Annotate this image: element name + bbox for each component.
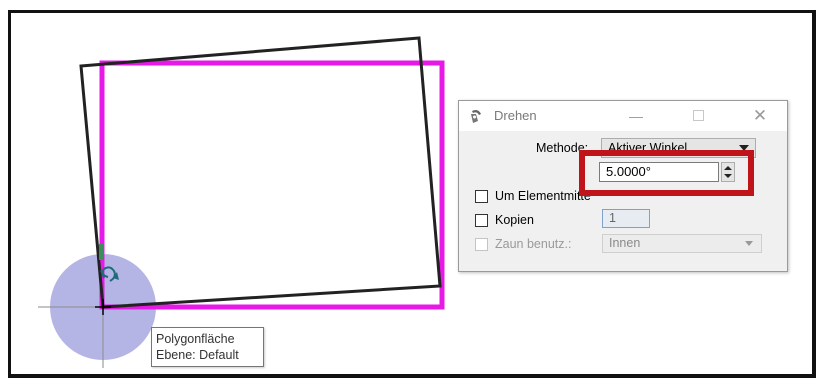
zaun-label: Zaun benutz.: [495,237,572,251]
kopien-label[interactable]: Kopien [495,213,534,227]
dialog-titlebar[interactable]: Drehen — ✕ [459,101,787,131]
um-elementmitte-checkbox[interactable] [475,190,488,203]
um-elementmitte-label[interactable]: Um Elementmitte [495,189,591,203]
tooltip-level: Ebene: Default [156,348,239,362]
close-button[interactable]: ✕ [745,105,775,127]
zaun-select[interactable]: Innen [602,234,762,253]
kopien-checkbox[interactable] [475,214,488,227]
tooltip-element-type: Polygonfläche [156,332,235,346]
maximize-button[interactable] [683,105,713,127]
angle-highlight-box [579,150,754,196]
zaun-select-value: Innen [609,236,641,250]
dialog-title: Drehen [494,108,537,123]
element-tooltip: Polygonfläche Ebene: Default [151,327,264,367]
minimize-button[interactable]: — [621,105,651,127]
zaun-checkbox[interactable] [475,238,488,251]
polygon-shape[interactable] [99,60,445,310]
origin-marker [99,244,103,260]
rotate-tool-icon [471,110,481,123]
chevron-down-icon [745,241,753,246]
kopien-input[interactable]: 1 [602,209,650,228]
